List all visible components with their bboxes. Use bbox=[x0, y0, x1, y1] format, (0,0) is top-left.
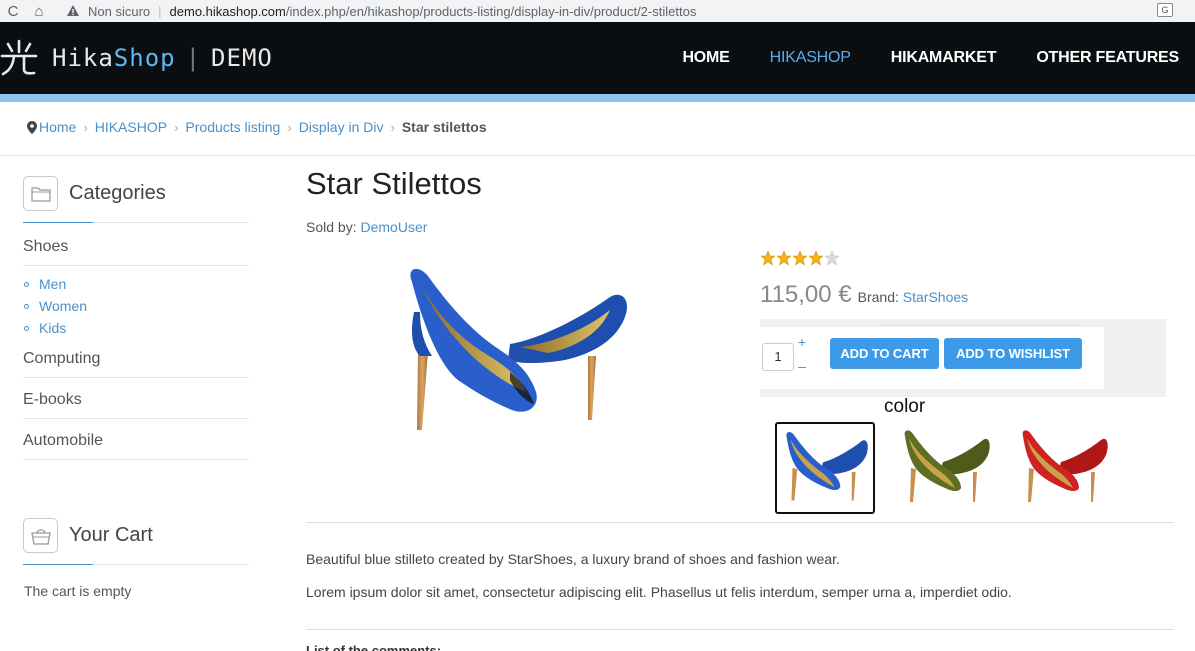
cart-header: Your Cart bbox=[23, 518, 153, 553]
category-label: Shoes bbox=[23, 238, 69, 255]
chevron-right-icon: › bbox=[287, 119, 292, 135]
star-filled-icon bbox=[792, 250, 808, 266]
quantity-decrease-button[interactable]: – bbox=[797, 358, 807, 374]
home-icon[interactable]: ⌂ bbox=[26, 3, 52, 20]
breadcrumb-current: Star stilettos bbox=[401, 119, 487, 135]
categories-header: Categories bbox=[23, 176, 166, 211]
brand-label: Brand: bbox=[857, 289, 899, 305]
category-shoes[interactable]: Shoes bbox=[23, 238, 249, 266]
rating-stars[interactable] bbox=[760, 250, 840, 266]
breadcrumb-home[interactable]: Home bbox=[39, 119, 76, 135]
quantity-input[interactable]: 1 bbox=[762, 343, 794, 371]
url-path: /index.php/en/hikashop/products-listing/… bbox=[285, 3, 697, 19]
category-label: Automobile bbox=[23, 432, 104, 449]
sold-by-label: Sold by: bbox=[306, 219, 357, 235]
logo-shop: Shop bbox=[113, 44, 176, 72]
nav-hikashop[interactable]: HIKASHOP bbox=[770, 49, 851, 67]
folder-icon bbox=[23, 176, 58, 211]
chevron-right-icon: › bbox=[83, 119, 88, 135]
product-price: 115,00 € bbox=[760, 281, 852, 308]
panel-divider bbox=[876, 325, 1080, 326]
breadcrumb-divider bbox=[0, 155, 1195, 156]
cart-empty-message: The cart is empty bbox=[24, 583, 132, 599]
add-to-wishlist-button[interactable]: ADD TO WISHLIST bbox=[944, 338, 1082, 369]
nav-other-features[interactable]: OTHER FEATURES bbox=[1036, 49, 1179, 67]
subcategory-label: Men bbox=[39, 276, 67, 292]
color-swatch-red[interactable] bbox=[1013, 422, 1113, 514]
reload-icon[interactable]: C bbox=[0, 3, 26, 20]
vendor-link[interactable]: DemoUser bbox=[360, 219, 427, 235]
sold-by: Sold by: DemoUser bbox=[306, 219, 427, 235]
bullet-icon bbox=[24, 281, 29, 287]
subcategory-men[interactable]: Men bbox=[24, 276, 66, 292]
categories-title: Categories bbox=[69, 182, 166, 204]
browser-address-bar: C ⌂ Non sicuro | demo.hikashop.com/index… bbox=[0, 0, 1195, 22]
subcategory-women[interactable]: Women bbox=[24, 298, 87, 314]
url-separator: | bbox=[158, 3, 162, 19]
color-swatch-blue[interactable] bbox=[775, 422, 875, 514]
breadcrumb-hikashop[interactable]: HIKASHOP bbox=[95, 119, 167, 135]
category-label: Computing bbox=[23, 350, 101, 367]
breadcrumb: Home › HIKASHOP › Products listing › Dis… bbox=[27, 119, 487, 135]
comments-divider bbox=[306, 629, 1174, 630]
color-label: color bbox=[884, 396, 926, 417]
category-label: E-books bbox=[23, 391, 82, 408]
brand: Brand: StarShoes bbox=[858, 289, 969, 305]
nav-hikamarket[interactable]: HIKAMARKET bbox=[891, 49, 997, 67]
translate-icon[interactable]: G bbox=[1157, 3, 1173, 17]
green-shoe-thumbnail bbox=[904, 430, 990, 502]
map-pin-icon bbox=[27, 120, 37, 134]
subcategory-label: Women bbox=[39, 298, 87, 314]
subcategory-label: Kids bbox=[39, 320, 67, 336]
cart-title: Your Cart bbox=[69, 524, 153, 546]
chevron-right-icon: › bbox=[390, 119, 395, 135]
logo-text: HikaShop | DEMO bbox=[52, 44, 273, 72]
breadcrumb-products-listing[interactable]: Products listing bbox=[185, 119, 280, 135]
description-divider bbox=[306, 522, 1174, 523]
product-main-image[interactable] bbox=[360, 252, 660, 447]
logo-divider: | bbox=[185, 44, 202, 72]
add-to-cart-button[interactable]: ADD TO CART bbox=[830, 338, 939, 369]
color-swatch-green[interactable] bbox=[895, 422, 995, 514]
basket-icon bbox=[23, 518, 58, 553]
product-title: Star Stilettos bbox=[306, 166, 482, 201]
category-automobile[interactable]: Automobile bbox=[23, 432, 249, 460]
product-description: Beautiful blue stilleto created by StarS… bbox=[306, 551, 840, 567]
category-ebooks[interactable]: E-books bbox=[23, 391, 249, 419]
cart-rule bbox=[23, 564, 249, 565]
category-computing[interactable]: Computing bbox=[23, 350, 249, 378]
star-filled-icon bbox=[776, 250, 792, 266]
star-filled-icon bbox=[808, 250, 824, 266]
logo-hika: Hika bbox=[52, 44, 114, 72]
site-header: HikaShop | DEMO HOME HIKASHOP HIKAMARKET O… bbox=[0, 22, 1195, 94]
quantity-increase-button[interactable]: + bbox=[797, 334, 807, 350]
warning-icon[interactable] bbox=[66, 4, 80, 18]
blue-shoe-thumbnail bbox=[786, 432, 868, 501]
security-status: Non sicuro bbox=[88, 3, 151, 19]
bullet-icon bbox=[24, 303, 29, 309]
red-shoe-thumbnail bbox=[1022, 430, 1108, 502]
nav-home[interactable]: HOME bbox=[682, 49, 729, 67]
brand-link[interactable]: StarShoes bbox=[903, 289, 968, 305]
logo-mark-icon bbox=[0, 39, 38, 76]
product-description-lorem: Lorem ipsum dolor sit amet, consectetur … bbox=[306, 584, 1012, 600]
star-empty-icon bbox=[824, 250, 840, 266]
star-filled-icon bbox=[760, 250, 776, 266]
categories-rule bbox=[23, 222, 249, 223]
url-host: demo.hikashop.com bbox=[169, 3, 286, 19]
chevron-right-icon: › bbox=[174, 119, 179, 135]
logo-demo: DEMO bbox=[211, 44, 273, 72]
site-logo[interactable]: HikaShop | DEMO bbox=[0, 36, 273, 80]
subcategory-kids[interactable]: Kids bbox=[24, 320, 66, 336]
breadcrumb-display-in-div[interactable]: Display in Div bbox=[299, 119, 384, 135]
bullet-icon bbox=[24, 325, 29, 331]
url-field[interactable]: demo.hikashop.com/index.php/en/hikashop/… bbox=[170, 4, 697, 19]
comments-title: List of the comments: bbox=[306, 643, 442, 651]
price-row: 115,00 € Brand: StarShoes bbox=[760, 281, 968, 309]
main-nav: HOME HIKASHOP HIKAMARKET OTHER FEATURES bbox=[642, 22, 1179, 94]
add-to-cart-panel: 1 + – ADD TO CART ADD TO WISHLIST bbox=[760, 319, 1166, 397]
header-accent-bar bbox=[0, 94, 1195, 102]
